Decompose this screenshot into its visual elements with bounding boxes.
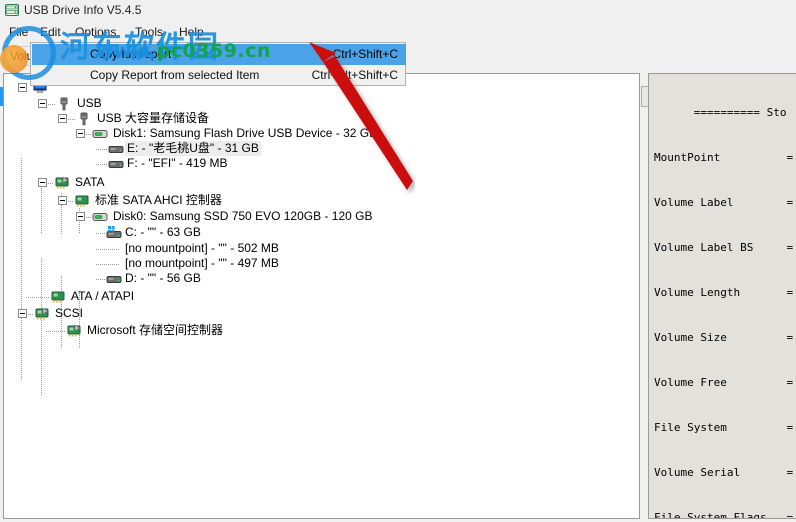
tree-row-volume-nomount-1[interactable]: [no mountpoint] - "" - 502 MB	[4, 241, 281, 256]
volume-icon	[108, 161, 124, 168]
report-line: Volume Size =	[654, 331, 796, 344]
report-panel[interactable]: ========== Sto MountPoint = Volume Label…	[648, 73, 796, 519]
toggle-icon[interactable]	[38, 178, 47, 187]
tree-row-label: C: - "" - 63 GB	[125, 225, 201, 239]
tree-row-ahci-controller[interactable]: 标准 SATA AHCI 控制器	[4, 192, 224, 209]
controller-icon	[51, 291, 65, 303]
report-text: ========== Sto MountPoint = Volume Label…	[654, 75, 796, 519]
disk-icon	[92, 213, 108, 221]
report-line: File System Flags =	[654, 511, 796, 519]
tree-row-volume-e[interactable]: E: - "老毛桃U盘" - 31 GB	[4, 141, 261, 156]
menu-item-copy-full-report[interactable]: Copy full report Ctrl+Shift+C	[32, 44, 406, 65]
report-line: File System =	[654, 421, 796, 434]
disk-icon	[92, 130, 108, 138]
menu-item-shortcut: Ctrl+Shift+C	[332, 47, 398, 61]
toggle-icon[interactable]	[18, 83, 27, 92]
tree-row-label: SCSI	[55, 306, 84, 320]
device-tree: USB USB 大容量存储设备 Disk1: Samsung Flash Dri…	[4, 74, 639, 518]
tree-row-label: ATA / ATAPI	[71, 289, 135, 303]
tree-row-disk1[interactable]: Disk1: Samsung Flash Drive USB Device - …	[4, 126, 379, 141]
report-line: Volume Serial =	[654, 466, 796, 479]
window-title: USB Drive Info V5.4.5	[24, 3, 142, 17]
tree-row-volume-f[interactable]: F: - "EFI" - 419 MB	[4, 156, 230, 171]
menu-edit[interactable]: Edit	[35, 24, 66, 40]
tree-row-usb-mass-storage[interactable]: USB 大容量存储设备	[4, 111, 211, 126]
menu-options[interactable]: Options	[70, 24, 121, 40]
volume-icon	[106, 276, 122, 283]
volume-icon	[108, 146, 124, 153]
context-menu[interactable]: Copy full report Ctrl+Shift+C Copy Repor…	[30, 42, 406, 86]
tree-row-sata[interactable]: SATA	[4, 175, 107, 190]
menu-file[interactable]: File	[4, 24, 33, 40]
tree-row-usb[interactable]: USB	[4, 96, 104, 111]
tree-row-volume-d[interactable]: D: - "" - 56 GB	[4, 271, 203, 286]
menu-bar: File Edit Options Tools Help	[0, 22, 796, 41]
report-line: Volume Label =	[654, 196, 796, 209]
tree-row-label: USB 大容量存储设备	[97, 111, 210, 125]
report-line: Volume Free =	[654, 376, 796, 389]
tree-row-label: Disk0: Samsung SSD 750 EVO 120GB - 120 G…	[113, 209, 373, 223]
drive-icon	[5, 4, 19, 16]
tree-row-label: [no mountpoint] - "" - 502 MB	[125, 241, 279, 255]
usb-plug-icon	[60, 97, 68, 111]
report-line: MountPoint =	[654, 151, 796, 164]
tree-row-volume-c[interactable]: C: - "" - 63 GB	[4, 224, 203, 241]
menu-tools[interactable]: Tools	[130, 24, 168, 40]
device-tree-panel[interactable]: USB USB 大容量存储设备 Disk1: Samsung Flash Dri…	[3, 73, 640, 519]
tree-row-ata-atapi[interactable]: ATA / ATAPI	[4, 288, 136, 305]
tree-row-label: Disk1: Samsung Flash Drive USB Device - …	[113, 126, 378, 140]
tree-row-disk0[interactable]: Disk0: Samsung SSD 750 EVO 120GB - 120 G…	[4, 209, 374, 224]
menu-item-shortcut: Ctrl+Alt+Shift+C	[311, 68, 398, 82]
toggle-icon[interactable]	[38, 99, 47, 108]
controller-icon	[55, 176, 69, 189]
report-line: Volume Length =	[654, 286, 796, 299]
toggle-icon[interactable]	[76, 212, 85, 221]
report-line: ========== Sto	[654, 106, 787, 119]
menu-help[interactable]: Help	[174, 24, 209, 40]
tree-row-label: F: - "EFI" - 419 MB	[127, 156, 228, 170]
controller-icon	[75, 195, 89, 207]
title-bar: USB Drive Info V5.4.5	[0, 0, 796, 22]
menu-item-label: Copy Report from selected Item	[90, 68, 260, 82]
application-window: USB Drive Info V5.4.5 File Edit Options …	[0, 0, 796, 522]
system-volume-icon	[106, 226, 122, 238]
tree-row-label: E: - "老毛桃U盘" - 31 GB	[125, 141, 261, 156]
tree-row-storage-spaces-controller[interactable]: Microsoft 存储空间控制器	[4, 322, 225, 339]
controller-icon	[35, 307, 49, 320]
toggle-icon[interactable]	[18, 309, 27, 318]
toggle-icon[interactable]	[58, 114, 67, 123]
menu-item-copy-report-selected[interactable]: Copy Report from selected Item Ctrl+Alt+…	[32, 65, 406, 86]
tree-row-volume-nomount-2[interactable]: [no mountpoint] - "" - 497 MB	[4, 256, 281, 271]
tree-row-label: 标准 SATA AHCI 控制器	[95, 193, 222, 207]
tree-row-label: USB	[77, 96, 102, 110]
toggle-icon[interactable]	[76, 129, 85, 138]
report-line: Volume Label BS =	[654, 241, 796, 254]
tree-row-label: D: - "" - 56 GB	[125, 271, 201, 285]
toggle-icon[interactable]	[58, 196, 67, 205]
menu-item-label: Copy full report	[90, 47, 172, 61]
tree-row-label: [no mountpoint] - "" - 497 MB	[125, 256, 279, 270]
usb-plug-icon	[80, 112, 88, 126]
tree-row-label: SATA	[75, 175, 105, 189]
tree-row-label: Microsoft 存储空间控制器	[87, 323, 224, 337]
tree-row-scsi[interactable]: SCSI	[4, 305, 85, 322]
controller-icon	[67, 324, 81, 337]
